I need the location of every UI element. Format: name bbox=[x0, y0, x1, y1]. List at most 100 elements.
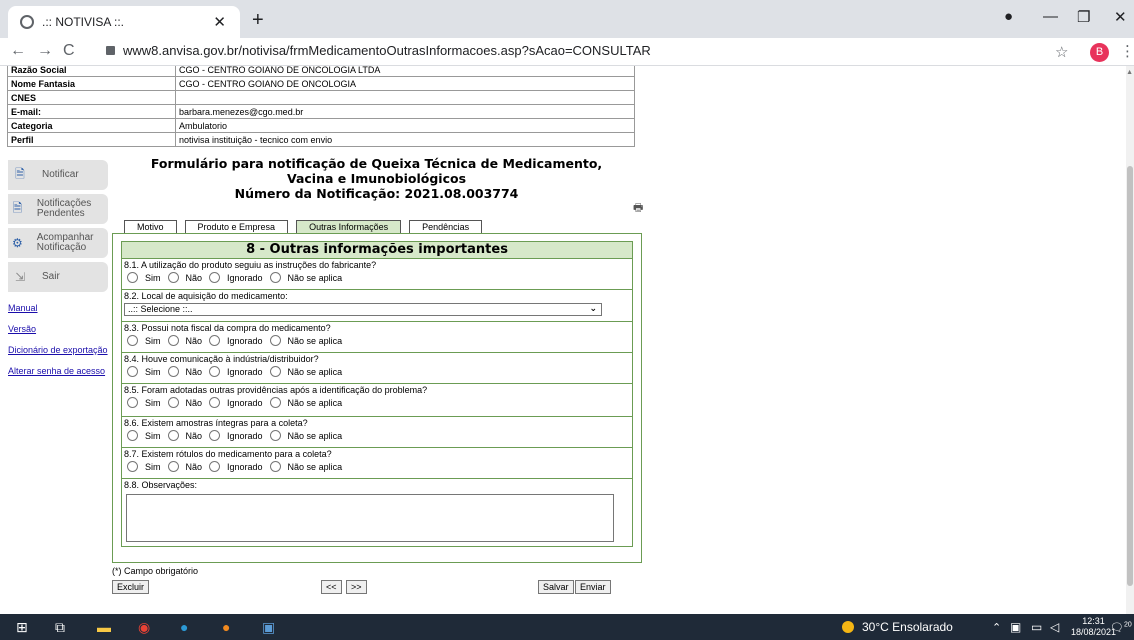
radio-button[interactable] bbox=[209, 272, 221, 283]
radio-group: Sim Não Ignorado Não se aplica bbox=[124, 272, 630, 283]
radio-button[interactable] bbox=[269, 366, 281, 377]
sidebar-sair-button[interactable]: ⇲ Sair bbox=[8, 262, 108, 292]
acquisition-place-select[interactable]: ..:: Selecione ::.. ⌄ bbox=[124, 303, 602, 316]
scrollbar-thumb[interactable] bbox=[1127, 166, 1133, 586]
info-row: Categoria Ambulatorio bbox=[7, 118, 635, 133]
tray-app-icon[interactable]: ▣ bbox=[1010, 620, 1021, 634]
radio-button[interactable] bbox=[127, 335, 138, 346]
excluir-button[interactable]: Excluir bbox=[112, 580, 150, 594]
radio-label: Sim bbox=[145, 430, 161, 441]
radio-button[interactable] bbox=[209, 430, 221, 441]
sidebar-acompanhar-button[interactable]: ⚙ Acompanhar Notificação bbox=[8, 228, 108, 258]
sidebar-notificar-button[interactable]: 🗎 Notificar bbox=[8, 160, 108, 190]
profile-avatar[interactable]: B bbox=[1090, 43, 1109, 62]
printer-icon[interactable]: 🖶 bbox=[633, 199, 643, 218]
forward-button[interactable]: → bbox=[37, 42, 53, 60]
maximize-button[interactable]: ❐ bbox=[1077, 8, 1090, 26]
question-8-5: 8.5. Foram adotadas outras providências … bbox=[121, 384, 633, 417]
enviar-button[interactable]: Enviar bbox=[575, 580, 611, 594]
change-password-link[interactable]: Alterar senha de acesso bbox=[8, 366, 108, 376]
previous-button[interactable]: << bbox=[321, 580, 342, 594]
form-title-line2: Vacina e Imunobiológicos bbox=[286, 171, 467, 186]
radio-button[interactable] bbox=[269, 335, 281, 346]
edge-icon[interactable]: ● bbox=[180, 619, 188, 635]
close-tab-icon[interactable]: ✕ bbox=[213, 13, 226, 31]
tab-outras-informacoes[interactable]: Outras Informações bbox=[296, 220, 402, 233]
radio-label: Ignorado bbox=[227, 272, 263, 283]
radio-button[interactable] bbox=[209, 461, 221, 472]
radio-button[interactable] bbox=[269, 272, 281, 283]
chrome-icon[interactable]: ◉ bbox=[138, 619, 150, 636]
sidebar-pendentes-button[interactable]: 🗎 Notificações Pendentes bbox=[8, 194, 108, 224]
volume-muted-icon[interactable]: ◁ bbox=[1050, 620, 1059, 634]
radio-button[interactable] bbox=[127, 397, 138, 408]
radio-button[interactable] bbox=[209, 335, 221, 346]
radio-label: Ignorado bbox=[227, 366, 263, 377]
windows-taskbar: ⊞ ⧉ ▬ ◉ ● ● ▣ 30°C Ensolarado ⌃ ▣ ▭ ◁ 12… bbox=[0, 614, 1134, 640]
sidebar-button-label: Notificações Pendentes bbox=[36, 198, 92, 219]
radio-label: Sim bbox=[145, 335, 161, 346]
weather-widget[interactable]: 30°C Ensolarado bbox=[842, 620, 953, 634]
radio-button[interactable] bbox=[209, 366, 221, 377]
salvar-button[interactable]: Salvar bbox=[538, 580, 574, 594]
reload-button[interactable]: C bbox=[63, 42, 75, 60]
info-key: Categoria bbox=[7, 118, 176, 133]
bookmark-star-icon[interactable]: ☆ bbox=[1055, 43, 1068, 61]
network-icon[interactable]: ▭ bbox=[1031, 620, 1042, 634]
form-title: Formulário para notificação de Queixa Té… bbox=[120, 156, 633, 201]
radio-button[interactable] bbox=[167, 461, 179, 472]
radio-button[interactable] bbox=[167, 272, 179, 283]
tab-produto-empresa[interactable]: Produto e Empresa bbox=[184, 220, 289, 233]
scroll-up-arrow-icon[interactable]: ▲ bbox=[1126, 69, 1133, 76]
firefox-icon[interactable]: ● bbox=[222, 619, 230, 635]
tab-pendencias[interactable]: Pendências bbox=[409, 220, 483, 233]
new-tab-button[interactable]: + bbox=[252, 9, 264, 32]
question-label: 8.6. Existem amostras íntegras para a co… bbox=[124, 418, 308, 428]
observations-textarea[interactable] bbox=[126, 494, 614, 542]
radio-button[interactable] bbox=[127, 366, 138, 377]
sidebar-button-label: Sair bbox=[42, 271, 60, 282]
close-window-button[interactable]: ✕ bbox=[1114, 8, 1127, 26]
notification-count: 20 bbox=[1123, 621, 1132, 629]
profile-dot-icon[interactable]: ● bbox=[1004, 8, 1013, 25]
radio-group: Sim Não Ignorado Não se aplica bbox=[124, 397, 630, 408]
radio-button[interactable] bbox=[269, 461, 281, 472]
show-hidden-icons-icon[interactable]: ⌃ bbox=[992, 621, 1001, 634]
manual-link[interactable]: Manual bbox=[8, 303, 108, 313]
next-button[interactable]: >> bbox=[346, 580, 367, 594]
question-8-1: 8.1. A utilização do produto seguiu as i… bbox=[121, 259, 633, 290]
radio-button[interactable] bbox=[167, 430, 179, 441]
radio-button[interactable] bbox=[209, 397, 221, 408]
radio-button[interactable] bbox=[127, 272, 138, 283]
vertical-scrollbar[interactable]: ▲ bbox=[1126, 66, 1134, 614]
browser-menu-icon[interactable]: ⋮ bbox=[1120, 42, 1134, 60]
notifications-icon[interactable]: 🗨20 bbox=[1110, 621, 1132, 634]
browser-tab[interactable]: .:: NOTIVISA ::. ✕ bbox=[8, 6, 240, 38]
radio-button[interactable] bbox=[269, 430, 281, 441]
radio-button[interactable] bbox=[167, 397, 179, 408]
word-icon[interactable]: ▣ bbox=[262, 619, 275, 636]
form-footer: (*) Campo obrigatório Excluir << >> Salv… bbox=[112, 566, 642, 594]
back-button[interactable]: ← bbox=[10, 42, 26, 60]
file-explorer-icon[interactable]: ▬ bbox=[97, 619, 111, 635]
radio-button[interactable] bbox=[167, 366, 179, 377]
info-value: notivisa instituição - tecnico com envio bbox=[175, 132, 635, 147]
radio-button[interactable] bbox=[127, 461, 138, 472]
radio-button[interactable] bbox=[167, 335, 179, 346]
radio-label: Não bbox=[185, 461, 203, 472]
question-8-6: 8.6. Existem amostras íntegras para a co… bbox=[121, 417, 633, 448]
info-row: Perfil notivisa instituição - tecnico com… bbox=[7, 132, 635, 147]
question-label: 8.3. Possui nota fiscal da compra do med… bbox=[124, 323, 331, 333]
radio-button[interactable] bbox=[269, 397, 281, 408]
task-view-icon[interactable]: ⧉ bbox=[55, 619, 65, 636]
minimize-button[interactable]: — bbox=[1043, 8, 1058, 25]
radio-label: Não bbox=[185, 335, 203, 346]
tab-motivo[interactable]: Motivo bbox=[124, 220, 177, 233]
versao-link[interactable]: Versão bbox=[8, 324, 108, 334]
export-dictionary-link[interactable]: Dicionário de exportação bbox=[8, 345, 108, 355]
info-row: Nome Fantasia CGO - CENTRO GOIANO DE ONCO… bbox=[7, 76, 635, 91]
windows-start-icon[interactable]: ⊞ bbox=[16, 619, 28, 636]
sun-icon bbox=[842, 621, 854, 633]
radio-button[interactable] bbox=[127, 430, 138, 441]
url-field[interactable]: www8.anvisa.gov.br/notivisa/frmMedicamen… bbox=[106, 43, 651, 58]
